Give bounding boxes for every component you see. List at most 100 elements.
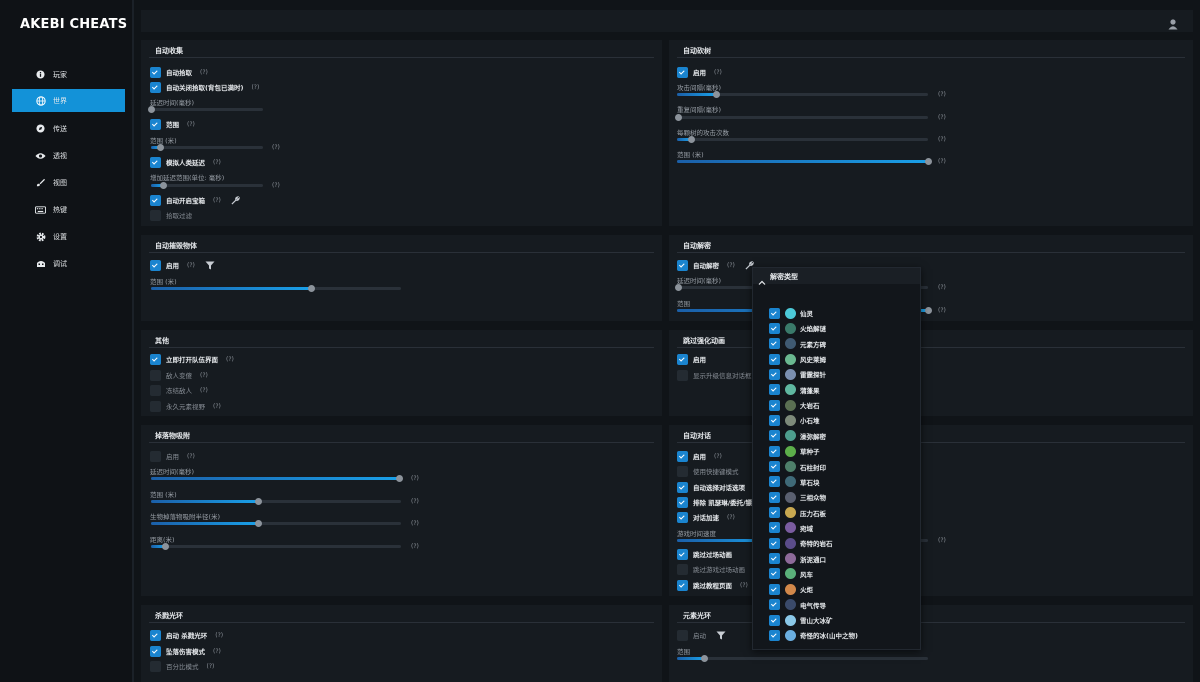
attacks-per-tree-slider[interactable] xyxy=(677,136,928,143)
element-range-slider[interactable] xyxy=(677,655,928,662)
puzzle-type-checkbox[interactable] xyxy=(769,568,780,580)
help-marker[interactable]: (?) xyxy=(938,114,946,121)
attack-delay-slider[interactable] xyxy=(677,91,928,98)
puzzle-type-item[interactable]: 风车 xyxy=(769,568,813,580)
puzzle-type-item[interactable]: 蒲蓬果 xyxy=(769,384,820,396)
vacuum-enable-checkbox[interactable] xyxy=(150,450,161,462)
puzzle-type-item[interactable]: 电气传导 xyxy=(769,599,826,611)
puzzle-type-checkbox[interactable] xyxy=(769,353,780,365)
help-marker[interactable]: (?) xyxy=(200,387,208,394)
puzzle-type-item[interactable]: 宛域 xyxy=(769,522,813,534)
distance-slider[interactable] xyxy=(151,543,401,550)
sidebar-item-hotkeys[interactable]: 热键 xyxy=(12,198,125,221)
tree-range-slider[interactable] xyxy=(677,158,932,165)
puzzle-type-item[interactable]: 大岩石 xyxy=(769,399,820,411)
puzzle-type-item[interactable]: 火炬 xyxy=(769,583,813,595)
element-aura-checkbox[interactable] xyxy=(677,629,688,641)
puzzle-type-checkbox[interactable] xyxy=(769,629,780,641)
exclude-checkbox[interactable] xyxy=(677,496,688,508)
fall-damage-checkbox[interactable] xyxy=(150,645,161,657)
help-marker[interactable]: (?) xyxy=(411,475,419,482)
kill-aura-checkbox[interactable] xyxy=(150,629,161,641)
puzzle-type-checkbox[interactable] xyxy=(769,522,780,534)
auto-chest-checkbox[interactable] xyxy=(150,194,161,206)
help-marker[interactable]: (?) xyxy=(938,136,946,143)
puzzle-type-checkbox[interactable] xyxy=(769,614,780,626)
puzzle-type-checkbox[interactable] xyxy=(769,445,780,457)
user-icon[interactable] xyxy=(1167,15,1179,30)
help-marker[interactable]: (?) xyxy=(714,453,722,460)
puzzle-type-item[interactable]: 压力石板 xyxy=(769,507,826,519)
puzzle-type-checkbox[interactable] xyxy=(769,507,780,519)
human-delay-checkbox[interactable] xyxy=(150,156,161,168)
chevron-up-icon[interactable] xyxy=(758,272,766,285)
freeze-enemy-checkbox[interactable] xyxy=(150,384,161,396)
puzzle-type-checkbox[interactable] xyxy=(769,338,780,350)
auto-select-checkbox[interactable] xyxy=(677,481,688,493)
help-marker[interactable]: (?) xyxy=(938,91,946,98)
help-marker[interactable]: (?) xyxy=(938,537,946,544)
help-marker[interactable]: (?) xyxy=(200,69,208,76)
help-marker[interactable]: (?) xyxy=(714,69,722,76)
puzzle-type-item[interactable]: 火焰解谜 xyxy=(769,322,826,334)
puzzle-type-item[interactable]: 仙灵 xyxy=(769,307,813,319)
talk-enable-checkbox[interactable] xyxy=(677,450,688,462)
wrench-icon[interactable] xyxy=(231,195,241,205)
help-marker[interactable]: (?) xyxy=(938,307,946,314)
puzzle-type-checkbox[interactable] xyxy=(769,414,780,426)
auto-pickup-checkbox[interactable] xyxy=(150,66,161,78)
puzzle-type-item[interactable]: 石柱封印 xyxy=(769,461,826,473)
puzzle-enable-checkbox[interactable] xyxy=(677,259,688,271)
hotkey-mode-checkbox[interactable] xyxy=(677,465,688,477)
skip-tutorial-checkbox[interactable] xyxy=(677,579,688,591)
range-slider[interactable] xyxy=(151,144,263,151)
puzzle-type-checkbox[interactable] xyxy=(769,368,780,380)
puzzle-type-checkbox[interactable] xyxy=(769,384,780,396)
help-marker[interactable]: (?) xyxy=(187,121,195,128)
perm-vision-checkbox[interactable] xyxy=(150,400,161,412)
puzzle-type-item[interactable]: 草种子 xyxy=(769,445,820,457)
sidebar-item-teleport[interactable]: 传送 xyxy=(12,117,125,140)
puzzle-type-checkbox[interactable] xyxy=(769,599,780,611)
vacuum-delay-slider[interactable] xyxy=(151,475,403,482)
puzzle-type-checkbox[interactable] xyxy=(769,583,780,595)
sidebar-item-player[interactable]: 玩家 xyxy=(12,63,125,86)
help-marker[interactable]: (?) xyxy=(727,262,735,269)
puzzle-type-item[interactable]: 风史莱姆 xyxy=(769,353,826,365)
help-marker[interactable]: (?) xyxy=(938,284,946,291)
puzzle-type-item[interactable]: 奇怪的冰(山中之物) xyxy=(769,629,858,641)
puzzle-type-checkbox[interactable] xyxy=(769,553,780,565)
help-marker[interactable]: (?) xyxy=(187,453,195,460)
tree-enable-checkbox[interactable] xyxy=(677,66,688,78)
help-marker[interactable]: (?) xyxy=(213,403,221,410)
puzzle-type-checkbox[interactable] xyxy=(769,461,780,472)
help-marker[interactable]: (?) xyxy=(200,372,208,379)
puzzle-type-item[interactable]: 奇特的岩石 xyxy=(769,537,833,549)
help-marker[interactable]: (?) xyxy=(187,262,195,269)
puzzle-type-item[interactable]: 小石堆 xyxy=(769,414,820,426)
puzzle-type-checkbox[interactable] xyxy=(769,491,780,503)
help-marker[interactable]: (?) xyxy=(938,158,946,165)
puzzle-type-item[interactable]: 澡弥解密 xyxy=(769,430,826,442)
help-marker[interactable]: (?) xyxy=(411,543,419,550)
help-marker[interactable]: (?) xyxy=(272,144,280,151)
help-marker[interactable]: (?) xyxy=(740,582,748,589)
puzzle-type-checkbox[interactable] xyxy=(769,537,780,549)
puzzle-type-item[interactable]: 元素方碑 xyxy=(769,338,826,350)
puzzle-type-checkbox[interactable] xyxy=(769,430,780,442)
skip-cutscene-checkbox[interactable] xyxy=(677,548,688,560)
delay-range-slider[interactable] xyxy=(151,182,263,189)
help-marker[interactable]: (?) xyxy=(215,632,223,639)
speedup-checkbox[interactable] xyxy=(677,511,688,523)
sidebar-item-esp[interactable]: 透视 xyxy=(12,144,125,167)
help-marker[interactable]: (?) xyxy=(411,498,419,505)
puzzle-type-checkbox[interactable] xyxy=(769,322,780,334)
range-checkbox[interactable] xyxy=(150,118,161,130)
help-marker[interactable]: (?) xyxy=(272,182,280,189)
percent-checkbox[interactable] xyxy=(150,660,161,672)
vacuum-range-slider[interactable] xyxy=(151,498,401,505)
skip-game-cutscene-checkbox[interactable] xyxy=(677,563,688,575)
enemy-change-checkbox[interactable] xyxy=(150,369,161,381)
sidebar-item-world[interactable]: 世界 xyxy=(12,89,125,112)
help-marker[interactable]: (?) xyxy=(411,520,419,527)
